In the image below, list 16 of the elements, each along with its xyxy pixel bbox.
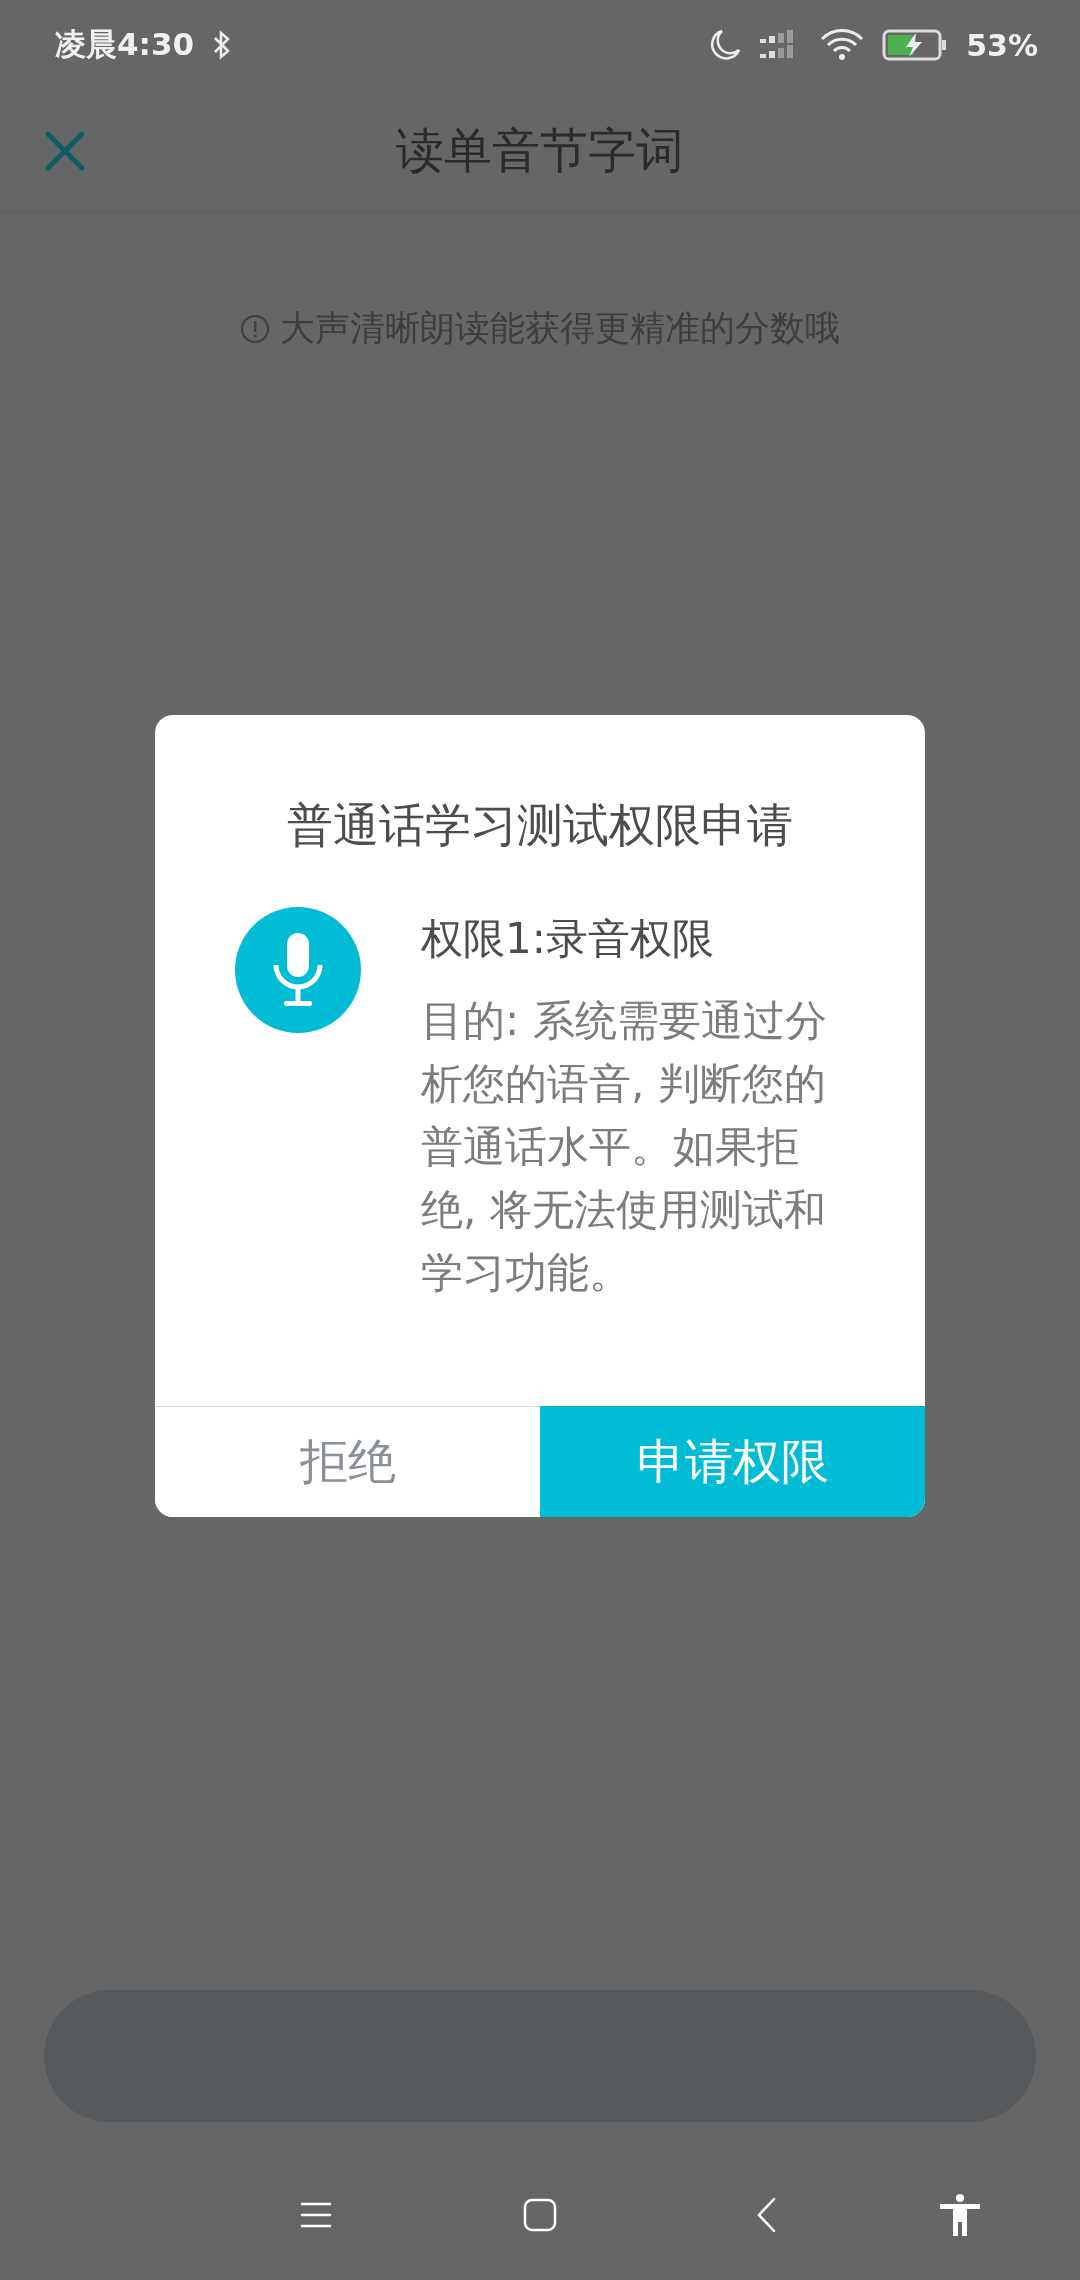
back-icon[interactable] (756, 2197, 778, 2233)
deny-button[interactable]: 拒绝 (155, 1406, 540, 1517)
permission-title: 权限1:录音权限 (421, 913, 715, 965)
permission-description: 目的: 系统需要通过分析您的语音, 判断您的普通话水平。如果拒绝, 将无法使用测试和学习功能。 (421, 995, 828, 1299)
request-permission-button[interactable]: 申请权限 (540, 1406, 925, 1517)
accessibility-icon[interactable] (940, 2194, 980, 2236)
status-time: 凌晨4:30 (55, 25, 195, 64)
moon-icon (708, 28, 743, 62)
battery-icon (882, 28, 949, 62)
page-title: 读单音节字词 (396, 121, 684, 180)
wifi-icon (820, 28, 865, 62)
battery-percent: 53% (966, 27, 1038, 63)
home-icon[interactable] (523, 2198, 557, 2232)
info-icon (240, 313, 270, 344)
menu-icon[interactable] (300, 2201, 332, 2229)
dialog-title: 普通话学习测试权限申请 (286, 797, 794, 854)
